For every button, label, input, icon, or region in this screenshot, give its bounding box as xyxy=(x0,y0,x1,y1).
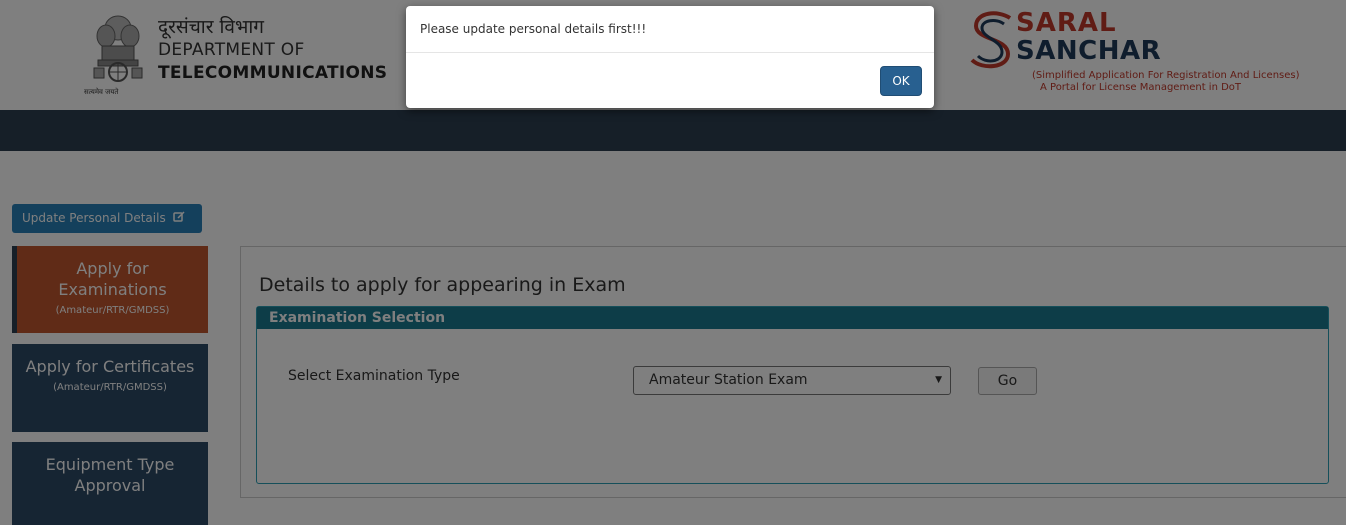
alert-message: Please update personal details first!!! xyxy=(420,22,647,36)
alert-dialog: Please update personal details first!!! … xyxy=(406,6,934,108)
ok-button[interactable]: OK xyxy=(880,66,922,96)
dialog-divider xyxy=(406,52,934,53)
